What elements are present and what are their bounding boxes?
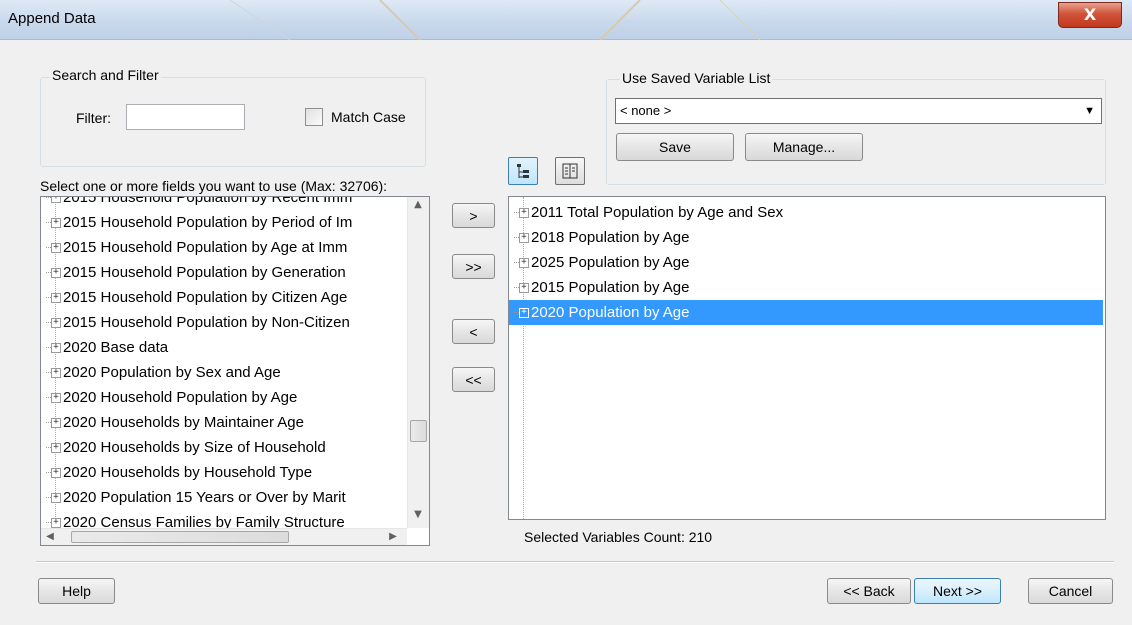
selected-variables-count: Selected Variables Count: 210 (524, 529, 713, 545)
remove-all-button[interactable]: << (452, 367, 495, 392)
saved-list-group (606, 79, 1106, 185)
expand-plus-icon[interactable]: + (519, 233, 529, 243)
list-view-icon (562, 163, 578, 179)
add-all-button[interactable]: >> (452, 254, 495, 279)
expand-plus-icon[interactable]: + (51, 318, 61, 328)
tree-item-label: 2015 Household Population by Non-Citizen (63, 314, 350, 331)
filter-input[interactable] (126, 104, 245, 130)
tree-item-label: 2025 Population by Age (531, 254, 690, 271)
tree-view-icon (517, 164, 529, 178)
tree-item-label: 2020 Households by Maintainer Age (63, 414, 304, 431)
tree-item[interactable]: +2020 Population 15 Years or Over by Mar… (41, 485, 406, 510)
tree-item-label: 2020 Households by Household Type (63, 464, 313, 481)
expand-plus-icon[interactable]: + (51, 393, 61, 403)
expand-plus-icon[interactable]: + (51, 493, 61, 503)
tree-item[interactable]: +2015 Household Population by Period of … (41, 210, 406, 235)
expand-plus-icon[interactable]: + (519, 308, 529, 318)
map-background-decoration (229, 0, 761, 40)
scroll-down-arrow-icon[interactable]: ▼ (408, 509, 428, 520)
tree-item-label: 2015 Population by Age (531, 279, 690, 296)
back-button[interactable]: << Back (827, 578, 911, 604)
tree-item-label: 2020 Households by Size of Household (63, 439, 326, 456)
available-fields-list: +2015 Household Population by Recent Imm… (40, 196, 430, 546)
expand-plus-icon[interactable]: + (51, 443, 61, 453)
tree-item-label: 2020 Population by Age (531, 304, 690, 321)
window-title: Append Data (8, 10, 96, 27)
tree-item[interactable]: +2015 Household Population by Non-Citize… (41, 310, 406, 335)
tree-item-label: 2015 Household Population by Generation (63, 264, 346, 281)
manage-list-button[interactable]: Manage... (745, 133, 863, 161)
scroll-up-arrow-icon[interactable]: ▲ (408, 199, 428, 210)
tree-item[interactable]: +2015 Household Population by Age at Imm (41, 235, 406, 260)
remove-selected-button[interactable]: < (452, 319, 495, 344)
saved-list-dropdown[interactable]: < none > ▼ (615, 98, 1102, 124)
left-list-vertical-scrollbar[interactable]: ▲ ▼ (407, 197, 429, 528)
tree-item-label: 2015 Household Population by Citizen Age (63, 289, 348, 306)
next-button[interactable]: Next >> (914, 578, 1001, 604)
tree-view-button[interactable] (508, 157, 538, 185)
tree-item-label: 2020 Household Population by Age (63, 389, 298, 406)
tree-item[interactable]: +2015 Household Population by Recent Imm (41, 196, 406, 210)
search-filter-legend: Search and Filter (50, 67, 161, 83)
tree-item-label: 2011 Total Population by Age and Sex (531, 204, 784, 221)
tree-item-label: 2015 Household Population by Period of I… (63, 214, 353, 231)
tree-item[interactable]: +2011 Total Population by Age and Sex (509, 200, 1103, 225)
saved-list-selected-value: < none > (620, 103, 672, 118)
match-case-label: Match Case (331, 109, 406, 125)
expand-plus-icon[interactable]: + (51, 243, 61, 253)
expand-plus-icon[interactable]: + (519, 208, 529, 218)
list-view-button[interactable] (555, 157, 585, 185)
tree-item[interactable]: +2020 Households by Size of Household (41, 435, 406, 460)
tree-item[interactable]: +2015 Household Population by Citizen Ag… (41, 285, 406, 310)
left-list-horizontal-scrollbar[interactable]: ◀ ▶ (41, 528, 407, 545)
expand-plus-icon[interactable]: + (51, 293, 61, 303)
tree-item-label: 2015 Household Population by Recent Imm (63, 196, 353, 206)
tree-item-label: 2015 Household Population by Age at Imm (63, 239, 348, 256)
fields-caption: Select one or more fields you want to us… (40, 178, 388, 194)
chevron-down-icon: ▼ (1084, 105, 1095, 117)
tree-item[interactable]: +2015 Household Population by Generation (41, 260, 406, 285)
scroll-left-arrow-icon[interactable]: ◀ (44, 531, 56, 542)
scroll-thumb[interactable] (410, 420, 427, 442)
horizontal-scroll-thumb[interactable] (71, 531, 289, 543)
tree-item[interactable]: +2020 Household Population by Age (41, 385, 406, 410)
tree-item[interactable]: +2018 Population by Age (509, 225, 1103, 250)
expand-plus-icon[interactable]: + (51, 343, 61, 353)
title-bar (0, 0, 1132, 40)
selected-variables-list: +2011 Total Population by Age and Sex +20… (508, 196, 1106, 520)
tree-item[interactable]: +2020 Base data (41, 335, 406, 360)
tree-item[interactable]: +2020 Population by Age (509, 300, 1103, 325)
expand-plus-icon[interactable]: + (51, 418, 61, 428)
expand-plus-icon[interactable]: + (519, 283, 529, 293)
tree-item[interactable]: +2020 Households by Household Type (41, 460, 406, 485)
scroll-right-arrow-icon[interactable]: ▶ (387, 531, 399, 542)
tree-item[interactable]: +2025 Population by Age (509, 250, 1103, 275)
expand-plus-icon[interactable]: + (51, 197, 61, 203)
tree-item[interactable]: +2020 Households by Maintainer Age (41, 410, 406, 435)
footer-separator (36, 561, 1114, 563)
expand-plus-icon[interactable]: + (51, 468, 61, 478)
match-case-checkbox[interactable] (305, 108, 323, 126)
close-button[interactable]: X (1058, 2, 1122, 28)
cancel-button[interactable]: Cancel (1028, 578, 1113, 604)
saved-list-legend: Use Saved Variable List (620, 70, 773, 86)
tree-item-label: 2020 Base data (63, 339, 169, 356)
tree-item[interactable]: +2015 Population by Age (509, 275, 1103, 300)
expand-plus-icon[interactable]: + (51, 218, 61, 228)
save-list-button[interactable]: Save (616, 133, 734, 161)
add-selected-button[interactable]: > (452, 203, 495, 228)
help-button[interactable]: Help (38, 578, 115, 604)
expand-plus-icon[interactable]: + (51, 518, 61, 528)
tree-item-label: 2020 Population by Sex and Age (63, 364, 281, 381)
tree-item[interactable]: +2020 Population by Sex and Age (41, 360, 406, 385)
tree-item-label: 2018 Population by Age (531, 229, 690, 246)
expand-plus-icon[interactable]: + (51, 368, 61, 378)
filter-label: Filter: (76, 110, 111, 126)
expand-plus-icon[interactable]: + (519, 258, 529, 268)
expand-plus-icon[interactable]: + (51, 268, 61, 278)
tree-item-label: 2020 Population 15 Years or Over by Mari… (63, 489, 346, 506)
